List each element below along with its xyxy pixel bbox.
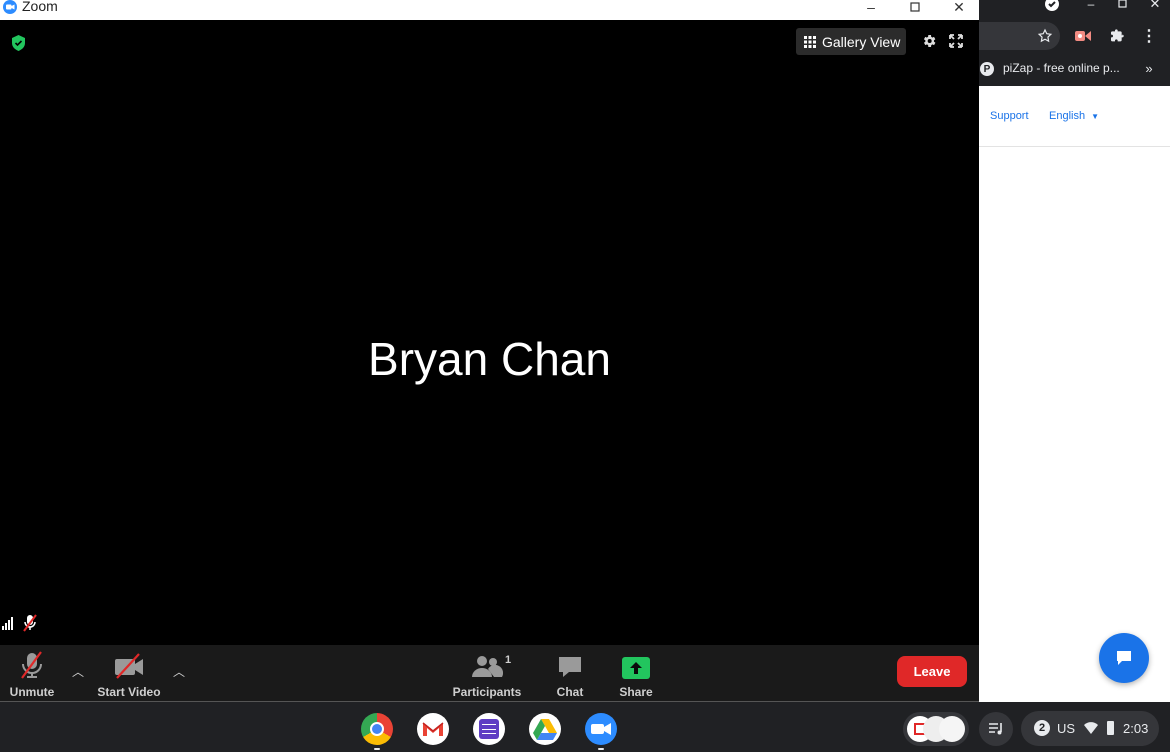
notification-count: 2: [1038, 722, 1046, 734]
share-label: Share: [619, 685, 653, 699]
video-area: Gallery View Bryan Chan: [0, 20, 979, 645]
chrome-window: – ✕ ⋮ P piZap - free online p... » Suppo…: [978, 0, 1170, 702]
chrome-menu-icon[interactable]: ⋮: [1140, 28, 1158, 45]
restore-icon[interactable]: [1116, 0, 1130, 10]
language-dropdown[interactable]: English ▼: [1049, 110, 1099, 122]
zoom-titlebar: Zoom – ✕: [0, 0, 979, 20]
chat-icon: [559, 657, 581, 677]
unmute-label: Unmute: [9, 685, 55, 699]
profile-icon[interactable]: [1044, 0, 1060, 12]
chrome-running-indicator: [374, 748, 380, 750]
meeting-toolbar: Unmute ︿ Start Video ︿ Participants 1 Ch…: [0, 645, 979, 702]
minimize-icon[interactable]: –: [859, 0, 883, 15]
status-tray[interactable]: 2 US 2:03: [1021, 711, 1159, 746]
gallery-view-button[interactable]: Gallery View: [796, 28, 906, 55]
encryption-shield-icon[interactable]: [11, 35, 26, 56]
chrome-toolbar: – ✕ ⋮ P piZap - free online p... »: [978, 0, 1170, 86]
participants-label: Participants: [452, 685, 522, 699]
chat-button[interactable]: Chat: [550, 645, 590, 702]
start-video-label: Start Video: [97, 685, 161, 699]
chat-bubble-icon: [1117, 651, 1131, 665]
battery-icon: [1107, 721, 1114, 735]
grid-icon: [804, 35, 816, 48]
participants-icon: [472, 656, 503, 677]
minimize-icon[interactable]: –: [1084, 0, 1098, 11]
zoom-window: Zoom – ✕ Gallery View Bryan Chan Unmute …: [0, 0, 979, 702]
gear-icon[interactable]: [921, 33, 937, 54]
video-off-icon: [115, 653, 143, 679]
bookmark-star-icon[interactable]: [1036, 27, 1054, 45]
gallery-view-label: Gallery View: [822, 33, 901, 50]
wifi-icon: [1084, 722, 1098, 737]
gmail-icon[interactable]: [417, 713, 449, 745]
fullscreen-icon[interactable]: [948, 33, 964, 54]
omnibox[interactable]: [978, 22, 1060, 50]
more-bookmarks-icon[interactable]: »: [1141, 61, 1157, 76]
bookmark-pizap[interactable]: piZap - free online p...: [1003, 61, 1120, 75]
language-label: English: [1049, 110, 1086, 122]
muted-mic-icon: [22, 614, 38, 637]
screen-recorder-icon[interactable]: [1074, 28, 1092, 44]
leave-meeting-button[interactable]: Leave: [897, 656, 967, 687]
share-screen-button[interactable]: Share: [615, 645, 657, 702]
support-link[interactable]: Support: [990, 110, 1029, 122]
share-screen-icon: [622, 657, 650, 679]
chrome-icon[interactable]: [361, 713, 393, 745]
signal-strength-icon: [2, 616, 16, 635]
close-icon[interactable]: ✕: [1148, 0, 1162, 11]
close-icon[interactable]: ✕: [947, 0, 971, 15]
media-controls-icon[interactable]: [979, 712, 1013, 746]
support-chat-button[interactable]: [1099, 633, 1149, 683]
tasks-icon[interactable]: [473, 713, 505, 745]
zoom-logo-icon: [3, 0, 17, 14]
chat-label: Chat: [556, 685, 584, 699]
start-video-button[interactable]: Start Video: [94, 645, 164, 702]
participant-name: Bryan Chan: [368, 333, 611, 385]
muted-microphone-icon: [21, 651, 42, 679]
input-method-label: US: [1057, 721, 1076, 736]
zoom-running-indicator: [598, 748, 604, 750]
clock: 2:03: [1123, 721, 1149, 736]
pizap-favicon-icon: P: [980, 62, 994, 76]
shelf: 2 US 2:03: [0, 702, 1170, 752]
caret-down-icon: ▼: [1091, 112, 1100, 121]
maximize-icon[interactable]: [903, 0, 927, 14]
zoom-icon[interactable]: [585, 713, 617, 745]
participant-count: 1: [505, 654, 512, 666]
video-options-caret-icon[interactable]: ︿: [173, 663, 185, 680]
audio-options-caret-icon[interactable]: ︿: [72, 663, 84, 680]
drive-icon[interactable]: [529, 713, 561, 745]
holding-space-tray[interactable]: [903, 712, 969, 746]
unmute-button[interactable]: Unmute: [6, 645, 58, 702]
notification-count-badge: 2: [1034, 720, 1050, 736]
extensions-icon[interactable]: [1108, 28, 1126, 44]
page-header-links: Support English ▼: [978, 86, 1170, 147]
window-title: Zoom: [22, 0, 58, 14]
participants-button[interactable]: Participants: [452, 645, 522, 702]
